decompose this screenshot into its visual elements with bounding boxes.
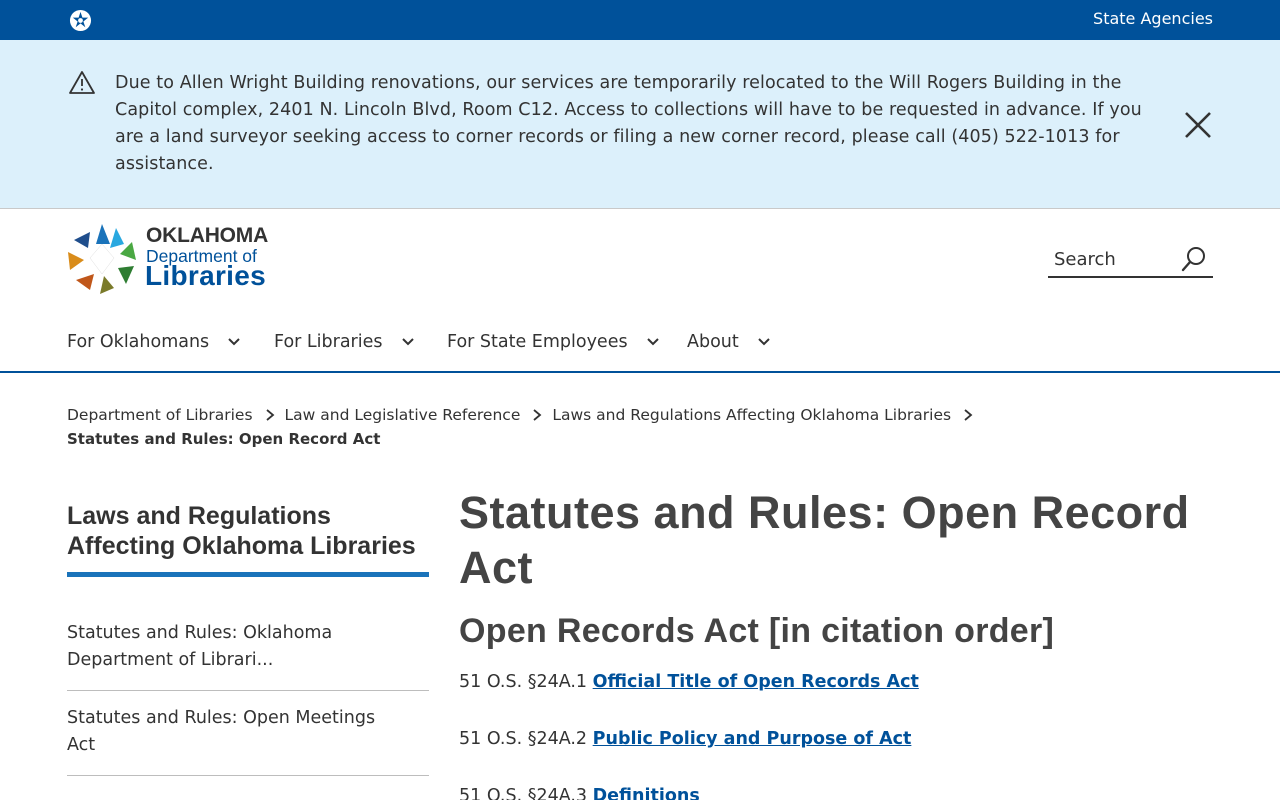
search-box [1048, 242, 1213, 278]
chevron-down-icon [758, 338, 770, 346]
sidebar-item-oklahoma-department-of-libraries[interactable]: Statutes and Rules: Oklahoma Department … [67, 606, 429, 691]
statute-citation: 51 O.S. §24A.3 [459, 786, 588, 800]
close-icon[interactable] [1183, 110, 1213, 140]
logo-line-oklahoma: OKLAHOMA [146, 224, 269, 247]
logo-line-libraries: Libraries [145, 260, 266, 291]
chevron-right-icon [265, 409, 274, 421]
sidebar-list: Statutes and Rules: Oklahoma Department … [67, 606, 429, 776]
chevron-right-icon [533, 409, 542, 421]
breadcrumb-link[interactable]: Department of Libraries [67, 406, 253, 424]
list-item: 51 O.S. §24A.1 Official Title of Open Re… [459, 668, 1219, 725]
page-title: Statutes and Rules: Open Record Act [459, 487, 1190, 593]
nav-item-label: For Oklahomans [67, 332, 210, 352]
statute-link[interactable]: Definitions [593, 786, 700, 800]
odl-logo[interactable]: OKLAHOMA Department of Libraries [66, 222, 271, 294]
list-item: 51 O.S. §24A.2 Public Policy and Purpose… [459, 725, 1219, 782]
statute-link[interactable]: Public Policy and Purpose of Act [593, 729, 912, 749]
breadcrumb-current: Statutes and Rules: Open Record Act [67, 430, 381, 448]
nav-item-for-oklahomans[interactable]: For Oklahomans [67, 328, 241, 356]
oklahoma-star-logo-icon[interactable] [69, 9, 92, 32]
chevron-down-icon [228, 338, 240, 346]
warning-icon [69, 71, 95, 94]
nav-item-for-state-employees[interactable]: For State Employees [447, 328, 660, 356]
chevron-down-icon [646, 338, 659, 346]
statute-list: 51 O.S. §24A.1 Official Title of Open Re… [459, 668, 1219, 800]
statute-citation: 51 O.S. §24A.2 [459, 729, 588, 749]
breadcrumb-link[interactable]: Laws and Regulations Affecting Oklahoma … [552, 406, 951, 424]
nav-item-label: For State Employees [447, 332, 628, 352]
list-item: 51 O.S. §24A.3 Definitions [459, 782, 1219, 800]
chevron-right-icon [964, 409, 973, 421]
nav-item-about[interactable]: About [687, 328, 771, 356]
top-bar: State Agencies [0, 0, 1280, 40]
section-title: Open Records Act [in citation order] [459, 612, 1055, 650]
nav-item-label: About [687, 332, 739, 352]
main-nav: For Oklahomans For Libraries For State E… [0, 312, 1280, 373]
alert-banner: Due to Allen Wright Building renovations… [0, 40, 1280, 209]
sidebar-title: Laws and Regulations Affecting Oklahoma … [67, 501, 429, 577]
library-star-logo-icon [68, 224, 136, 294]
search-icon[interactable] [1180, 245, 1208, 273]
statute-citation: 51 O.S. §24A.1 [459, 672, 588, 692]
nav-item-for-libraries[interactable]: For Libraries [274, 328, 415, 356]
alert-message: Due to Allen Wright Building renovations… [115, 73, 1142, 174]
search-input[interactable] [1054, 246, 1174, 272]
chevron-down-icon [401, 338, 414, 346]
statute-link[interactable]: Official Title of Open Records Act [593, 672, 919, 692]
state-agencies-link[interactable]: State Agencies [1093, 9, 1213, 28]
nav-item-label: For Libraries [274, 332, 383, 352]
breadcrumb: Department of Libraries Law and Legislati… [67, 403, 1217, 451]
sidebar-item-open-meetings-act[interactable]: Statutes and Rules: Open Meetings Act [67, 691, 429, 776]
breadcrumb-link[interactable]: Law and Legislative Reference [285, 406, 521, 424]
